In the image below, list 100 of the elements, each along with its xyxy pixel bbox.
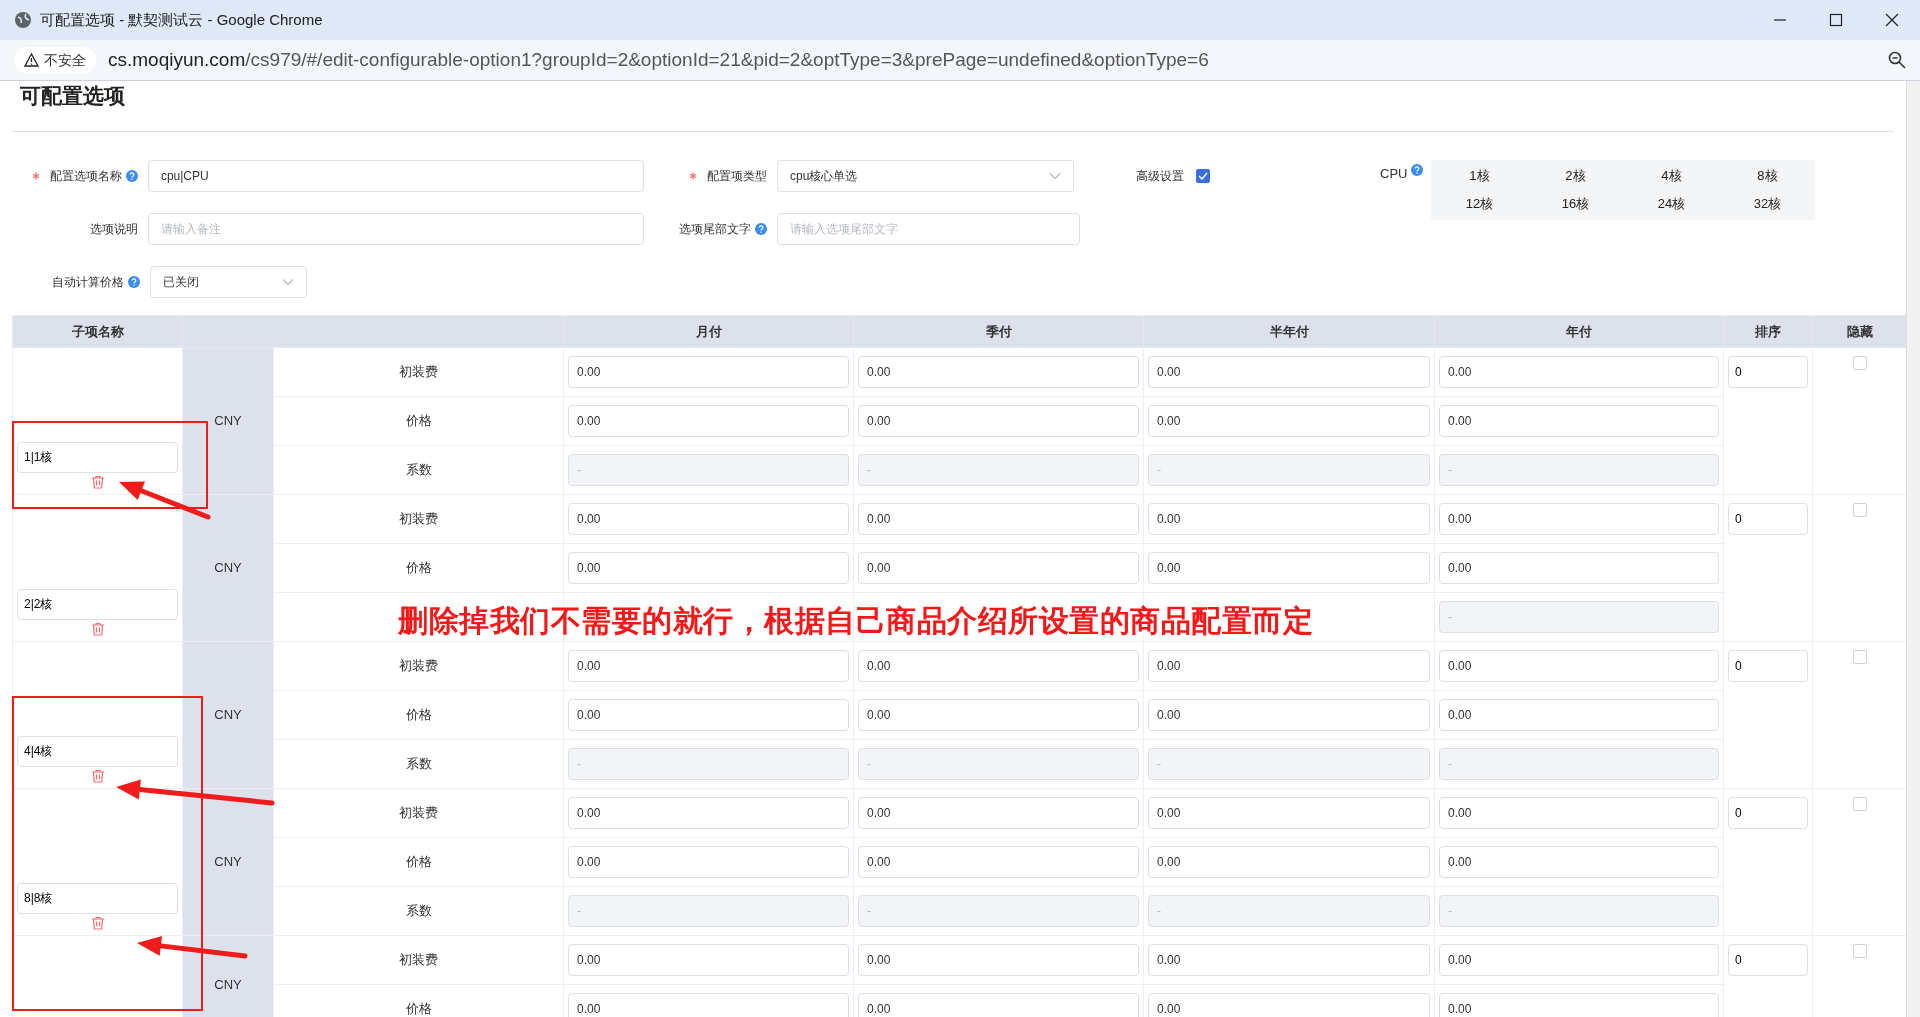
column-header: 月付 [563,315,854,348]
price-field[interactable]: 0.00 [1439,503,1719,535]
option-name-field[interactable]: 4|4核 [17,736,178,767]
price-field[interactable]: 0.00 [568,797,849,829]
currency-cell: CNY [182,347,274,495]
globe-icon [14,11,32,29]
hide-checkbox[interactable] [1852,797,1867,811]
core-option[interactable]: 32核 [1719,190,1816,218]
core-option[interactable]: 1核 [1431,162,1528,190]
hide-checkbox[interactable] [1852,356,1867,370]
price-field[interactable]: 0.00 [1148,797,1430,829]
price-field[interactable]: 0.00 [1148,699,1430,731]
core-option[interactable]: 16核 [1527,190,1624,218]
security-chip[interactable]: 不安全 [14,46,96,74]
row-label: 初装费 [399,952,438,968]
core-option[interactable]: 12核 [1431,190,1528,218]
text-field[interactable]: 请输入选项尾部文字 [777,213,1080,245]
price-field[interactable]: 0.00 [858,650,1139,682]
trash-icon[interactable] [90,769,105,784]
price-field[interactable]: 0.00 [568,356,849,388]
price-field[interactable]: 0.00 [1148,503,1430,535]
price-field[interactable]: 0.00 [1148,405,1430,437]
price-field[interactable]: 0.00 [858,405,1139,437]
row-label: 价格 [405,707,432,723]
price-field[interactable]: 0.00 [1439,993,1719,1017]
price-field[interactable]: 0.00 [568,552,849,584]
select-field[interactable]: cpu核心单选 [777,160,1074,192]
row-label: 初装费 [399,658,438,674]
select-field[interactable]: 已关闭 [150,266,307,298]
core-option[interactable]: 24核 [1623,190,1720,218]
trash-icon[interactable] [90,475,105,490]
currency-cell: CNY [182,788,274,936]
price-field[interactable]: 0.00 [1439,944,1719,976]
option-name-field[interactable]: 2|2核 [17,589,178,620]
row-label: 系数 [405,756,432,772]
advanced-label: 高级设置 [1136,168,1184,185]
text-field[interactable]: cpu|CPU [147,160,644,192]
price-field[interactable]: 0.00 [1148,552,1430,584]
sort-field[interactable]: 0 [1728,356,1808,388]
price-field[interactable]: 0.00 [568,650,849,682]
row-label: 系数 [405,903,432,919]
checkbox[interactable] [1196,169,1210,183]
core-option[interactable]: 4核 [1623,162,1720,190]
price-field[interactable]: 0.00 [1148,846,1430,878]
sort-field[interactable]: 0 [1728,503,1808,535]
hide-checkbox[interactable] [1852,503,1867,517]
price-field[interactable]: 0.00 [858,699,1139,731]
price-field[interactable]: 0.00 [568,699,849,731]
column-header: 季付 [853,315,1144,348]
row-label: 价格 [405,854,432,870]
price-field[interactable]: 0.00 [1439,846,1719,878]
row-label: 系数 [405,462,432,478]
price-field[interactable]: 0.00 [1148,944,1430,976]
price-field[interactable]: 0.00 [858,797,1139,829]
required-icon [689,172,697,180]
price-field[interactable]: 0.00 [1439,650,1719,682]
sort-field[interactable]: 0 [1728,797,1808,829]
help-icon[interactable] [128,276,140,288]
help-icon[interactable] [755,223,767,235]
price-field[interactable]: 0.00 [858,356,1139,388]
price-field[interactable]: 0.00 [568,405,849,437]
trash-icon[interactable] [90,916,105,931]
price-field[interactable]: 0.00 [568,993,849,1017]
price-field[interactable]: 0.00 [1148,356,1430,388]
price-field[interactable]: 0.00 [568,846,849,878]
cpu-label: CPU [1380,165,1408,183]
price-field[interactable]: 0.00 [568,503,849,535]
core-option[interactable]: 2核 [1527,162,1624,190]
help-icon[interactable] [1411,164,1424,176]
option-name-field[interactable]: 1|1核 [17,442,178,473]
sort-field[interactable]: 0 [1728,650,1808,682]
annotation-text: 删除掉我们不需要的就行，根据自己商品介绍所设置的商品配置而定 [398,603,1313,639]
window-title: 可配置选项 - 默契测试云 - Google Chrome [40,9,323,30]
help-icon[interactable] [125,170,138,182]
magnifier-icon[interactable] [1888,51,1906,69]
price-field[interactable]: 0.00 [568,944,849,976]
trash-icon[interactable] [90,622,105,637]
price-field[interactable]: 0.00 [1439,405,1719,437]
hide-checkbox[interactable] [1852,944,1867,958]
price-field[interactable]: 0.00 [858,503,1139,535]
core-option[interactable]: 8核 [1719,162,1816,190]
page-title: 可配置选项 [12,81,1894,132]
hide-checkbox[interactable] [1852,650,1867,664]
price-field[interactable]: 0.00 [1439,797,1719,829]
price-field[interactable]: 0.00 [858,944,1139,976]
price-field[interactable]: 0.00 [1148,993,1430,1017]
scrollbar-track[interactable] [1906,81,1920,1017]
url-text[interactable]: cs.moqiyun.com/cs979/#/edit-configurable-option1?groupId=2&optionId=21&pid=2&optType=3&prePage=undefined&optionType=6 [108,45,1209,75]
price-field[interactable]: 0.00 [1439,699,1719,731]
option-name-field[interactable]: 8|8核 [17,883,178,914]
sort-field[interactable]: 0 [1728,944,1808,976]
field-label: 自动计算价格 [52,274,124,291]
price-field[interactable]: 0.00 [1439,356,1719,388]
price-field[interactable]: 0.00 [858,993,1139,1017]
price-field[interactable]: 0.00 [1148,650,1430,682]
price-field[interactable]: 0.00 [858,846,1139,878]
price-field[interactable]: 0.00 [1439,552,1719,584]
text-field[interactable]: 请输入备注 [147,213,644,245]
price-field[interactable]: 0.00 [858,552,1139,584]
required-icon [31,172,40,180]
